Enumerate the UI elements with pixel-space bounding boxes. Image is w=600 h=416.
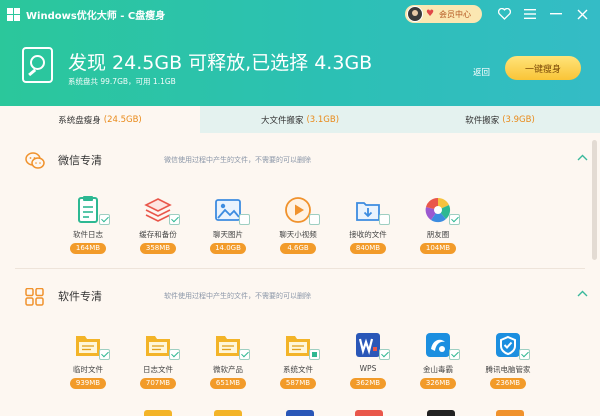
clean-item-moments[interactable]: 朋友圈 104MB [402,195,472,265]
item-checkbox[interactable] [169,349,180,360]
member-center-label: 会员中心 [439,9,471,19]
wechat-icon [25,152,45,169]
chevron-up-icon[interactable] [577,287,588,300]
menu-icon[interactable] [522,6,538,22]
clean-item-kingsoft-duba[interactable]: 金山毒霸 326MB [402,330,472,400]
item-name: WPS [359,364,377,373]
section-title: 微信专清 [58,154,102,167]
item-name: 软件日志 [73,230,103,239]
item-size-badge: 14.0GB [210,243,246,254]
item-size-badge: 164MB [70,243,106,254]
item-name: 朋友圈 [426,230,450,239]
clean-item-chat-videos[interactable]: 聊天小视频 4.6GB [262,195,332,265]
section-divider [15,268,585,269]
apps-grid-icon [25,288,44,306]
tab-software-move[interactable]: 软件搬家 (3.9GB) [400,106,600,133]
section-wechat-header[interactable]: 微信专清 微信使用过程中产生的文件，不需要的可以删除 [0,148,600,174]
app-icon [496,410,524,416]
clean-item-cache-backup[interactable]: 缓存和备份 358MB [122,195,192,265]
tab-label: 系统盘瘦身 [58,115,101,126]
app-icon [355,410,383,416]
avatar [407,6,423,22]
back-link[interactable]: 返回 [473,66,490,78]
clean-item-tencent-pc-manager[interactable]: 腾讯电脑管家 236MB [472,330,542,400]
item-size-badge: 707MB [140,378,176,389]
close-icon[interactable] [574,6,590,22]
item-size-badge: 4.6GB [280,243,316,254]
item-size-badge: 358MB [140,243,176,254]
disk-usage-text: 系统盘共 99.7GB，可用 1.1GB [68,77,176,86]
tab-size: (24.5GB) [103,114,142,125]
clean-item-chat-images[interactable]: 聊天图片 14.0GB [192,195,262,265]
item-size-badge: 651MB [210,378,246,389]
one-click-slim-button[interactable]: 一键瘦身 [505,56,581,80]
clean-item-microsoft-products[interactable]: 微软产品 651MB [192,330,262,400]
item-size-badge: 326MB [420,378,456,389]
favorite-heart-icon[interactable] [496,6,512,22]
tab-size: (3.9GB) [502,114,535,125]
item-checkbox[interactable] [169,214,180,225]
section-description: 软件使用过程中产生的文件，不需要的可以删除 [164,292,311,300]
item-name: 系统文件 [283,365,313,374]
summary-headline: 发现 24.5GB 可释放,已选择 4.3GB [68,52,373,74]
disk-icon [22,47,53,83]
clean-item-temp-files[interactable]: 临时文件 939MB [52,330,122,400]
item-checkbox[interactable] [99,349,110,360]
item-name: 缓存和备份 [139,230,177,239]
chevron-up-icon[interactable] [577,151,588,164]
scrollbar[interactable] [592,140,597,260]
item-name: 日志文件 [143,365,173,374]
windows-logo-icon [7,8,20,21]
item-name: 接收的文件 [349,230,387,239]
tab-size: (3.1GB) [306,114,340,125]
section-description: 微信使用过程中产生的文件，不需要的可以删除 [164,156,311,164]
clean-item-software-log[interactable]: 软件日志 164MB [52,195,122,265]
item-size-badge: 362MB [350,378,386,389]
tab-system-disk-slim[interactable]: 系统盘瘦身 (24.5GB) [0,106,200,133]
heart-icon: ♥ [426,9,435,19]
tab-bar: 系统盘瘦身 (24.5GB) 大文件搬家 (3.1GB) 软件搬家 (3.9GB… [0,106,600,133]
clean-item-system-files[interactable]: 系统文件 587MB [262,330,332,400]
item-checkbox[interactable] [239,349,250,360]
item-checkbox[interactable] [449,214,460,225]
folder-icon [214,410,242,416]
section-title: 软件专清 [58,290,102,303]
clean-item-log-files[interactable]: 日志文件 707MB [122,330,192,400]
item-name: 微软产品 [213,365,243,374]
item-checkbox[interactable] [99,214,110,225]
minimize-icon[interactable] [548,6,564,22]
clean-item-received-files[interactable]: 接收的文件 840MB [332,195,402,265]
item-size-badge: 587MB [280,378,316,389]
item-name: 临时文件 [73,365,103,374]
title-bar: Windows优化大师 - C盘瘦身 ♥ 会员中心 [0,0,600,30]
item-size-badge: 939MB [70,378,106,389]
tab-label: 软件搬家 [465,115,500,126]
app-icon [427,410,455,416]
clean-item-wps[interactable]: WPS 362MB [332,330,402,400]
item-name: 金山毒霸 [423,365,453,374]
member-center-button[interactable]: ♥ 会员中心 [405,5,482,23]
item-name: 聊天小视频 [279,230,317,239]
item-name: 聊天图片 [213,230,243,239]
header: Windows优化大师 - C盘瘦身 ♥ 会员中心 发现 24.5GB 可释放,… [0,0,600,106]
app-title: Windows优化大师 - C盘瘦身 [26,11,166,22]
item-checkbox[interactable] [309,349,320,360]
item-size-badge: 236MB [490,378,526,389]
item-checkbox[interactable] [379,214,390,225]
section-software-header[interactable]: 软件专清 软件使用过程中产生的文件，不需要的可以删除 [0,284,600,310]
item-checkbox[interactable] [239,214,250,225]
app-icon [286,410,314,416]
tab-label: 大文件搬家 [260,115,304,126]
item-size-badge: 840MB [350,243,386,254]
item-checkbox[interactable] [449,349,460,360]
item-size-badge: 104MB [420,243,456,254]
folder-icon [144,410,172,416]
tab-large-file-move[interactable]: 大文件搬家 (3.1GB) [200,106,400,133]
item-checkbox[interactable] [309,214,320,225]
item-checkbox[interactable] [379,349,390,360]
item-name: 腾讯电脑管家 [485,365,531,374]
item-checkbox[interactable] [519,349,530,360]
